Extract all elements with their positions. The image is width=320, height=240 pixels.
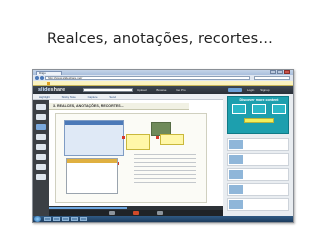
thumbnail-item[interactable] [36, 114, 46, 120]
embedded-document-header [67, 159, 117, 163]
browser-screenshot: Diigo http://www.slideshare.net/ slidesh… [32, 69, 294, 223]
forward-icon[interactable] [40, 76, 44, 80]
nav-link-browse[interactable]: Browse [156, 88, 166, 92]
thumbnail-item[interactable] [36, 144, 46, 150]
promo-box: Discover more content [227, 96, 289, 134]
minimize-icon[interactable] [270, 70, 276, 74]
promo-feature [252, 104, 266, 114]
annotation-marker[interactable] [122, 136, 125, 139]
taskbar-app-icon[interactable] [71, 217, 78, 221]
site-search-input[interactable] [83, 88, 133, 92]
nav-link-upload[interactable]: Upload [137, 88, 147, 92]
logo-part-1: slide [38, 87, 51, 93]
site-logo[interactable]: slideshare [38, 87, 65, 93]
warning-icon [47, 82, 50, 85]
maximize-icon[interactable] [277, 70, 283, 74]
browser-search-input[interactable] [254, 76, 290, 80]
slide-thumbnails-panel [33, 100, 49, 216]
related-thumbnail [229, 185, 243, 194]
sticky-note[interactable] [160, 134, 184, 145]
embedded-document [66, 158, 118, 194]
next-icon[interactable] [157, 211, 163, 215]
window-controls [269, 70, 291, 74]
slide: Realces, anotações, recortes… Diigo http… [0, 0, 320, 240]
toolbar-highlight[interactable]: Highlight [39, 95, 50, 99]
nav-link-go-pro[interactable]: Go Pro [176, 88, 186, 92]
related-thumbnail [229, 200, 243, 209]
play-icon[interactable] [133, 211, 139, 215]
upload-button[interactable] [228, 88, 242, 92]
site-header: slideshare Upload Browse Go Pro Login Si… [33, 86, 293, 94]
login-link[interactable]: Login [247, 88, 254, 92]
taskbar-app-icon[interactable] [44, 217, 51, 221]
promo-title: Discover more content [239, 98, 279, 102]
promo-feature [272, 104, 286, 114]
related-thumbnail [229, 155, 243, 164]
windows-taskbar [33, 216, 293, 222]
related-item[interactable] [227, 198, 289, 211]
signup-link[interactable]: Signup [260, 88, 269, 92]
prev-icon[interactable] [109, 211, 115, 215]
embedded-title-bar [65, 121, 123, 125]
thumbnail-item[interactable] [36, 164, 46, 170]
logo-part-2: share [50, 87, 66, 93]
thumbnail-item[interactable] [36, 154, 46, 160]
sticky-note[interactable] [126, 134, 150, 150]
document-title: 3. REALCES, ANOTAÇÕES, RECORTES... [49, 103, 189, 110]
right-sidebar: Discover more content [223, 94, 293, 216]
thumbnail-item[interactable] [36, 174, 46, 180]
start-button-icon[interactable] [34, 216, 41, 222]
close-icon[interactable] [284, 70, 290, 74]
related-thumbnail [229, 140, 243, 149]
related-thumbnail [229, 170, 243, 179]
taskbar-app-icon[interactable] [53, 217, 60, 221]
taskbar-app-icon[interactable] [62, 217, 69, 221]
related-item[interactable] [227, 153, 289, 166]
annotation-marker[interactable] [156, 136, 159, 139]
thumbnail-item[interactable] [36, 124, 46, 130]
login-links: Login Signup [247, 86, 275, 94]
toolbar-send[interactable]: Send [109, 95, 116, 99]
related-item[interactable] [227, 183, 289, 196]
document-viewer: 3. REALCES, ANOTAÇÕES, RECORTES... [49, 100, 224, 206]
thumbnail-item[interactable] [36, 134, 46, 140]
url-input[interactable]: http://www.slideshare.net/ [45, 76, 250, 80]
taskbar-app-icon[interactable] [80, 217, 87, 221]
document-page [55, 113, 207, 203]
embedded-screenshot [64, 120, 124, 156]
related-item[interactable] [227, 138, 289, 151]
thumbnail-item[interactable] [36, 104, 46, 110]
progress-fill [49, 207, 128, 209]
slide-title: Realces, anotações, recortes… [47, 31, 273, 47]
signup-button[interactable] [244, 118, 274, 123]
promo-feature [232, 104, 246, 114]
back-icon[interactable] [35, 76, 39, 80]
site-nav: Upload Browse Go Pro [137, 86, 195, 94]
toolbar-sticky-note[interactable]: Sticky Note [62, 95, 76, 99]
text-lines [134, 154, 196, 186]
related-item[interactable] [227, 168, 289, 181]
toolbar-capture[interactable]: Capture [88, 95, 98, 99]
